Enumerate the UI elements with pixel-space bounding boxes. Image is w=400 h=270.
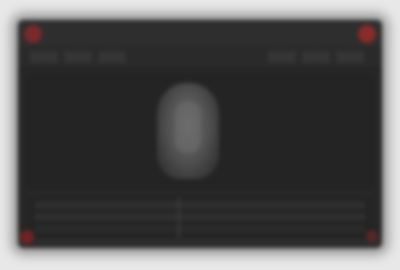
timeline-track[interactable] bbox=[34, 201, 366, 209]
tool-icon[interactable] bbox=[30, 51, 58, 63]
timeline-track[interactable] bbox=[34, 225, 366, 233]
preview-viewport[interactable] bbox=[28, 76, 372, 188]
playhead[interactable] bbox=[178, 197, 180, 237]
preview-figure-highlight bbox=[175, 101, 201, 153]
toolbar bbox=[18, 46, 382, 69]
timeline-panel[interactable] bbox=[28, 194, 372, 239]
close-dot-icon[interactable] bbox=[24, 25, 42, 43]
tool-icon[interactable] bbox=[98, 51, 126, 63]
status-bar bbox=[18, 238, 382, 248]
tool-icon[interactable] bbox=[64, 51, 92, 63]
corner-marker-icon bbox=[20, 230, 34, 244]
tool-icon[interactable] bbox=[336, 51, 364, 63]
title-bar bbox=[18, 20, 382, 47]
tool-icon[interactable] bbox=[268, 51, 296, 63]
tool-icon[interactable] bbox=[302, 51, 330, 63]
timeline-track[interactable] bbox=[34, 213, 366, 221]
corner-marker-icon bbox=[366, 230, 378, 242]
record-dot-icon[interactable] bbox=[358, 25, 376, 43]
app-window bbox=[18, 20, 382, 248]
